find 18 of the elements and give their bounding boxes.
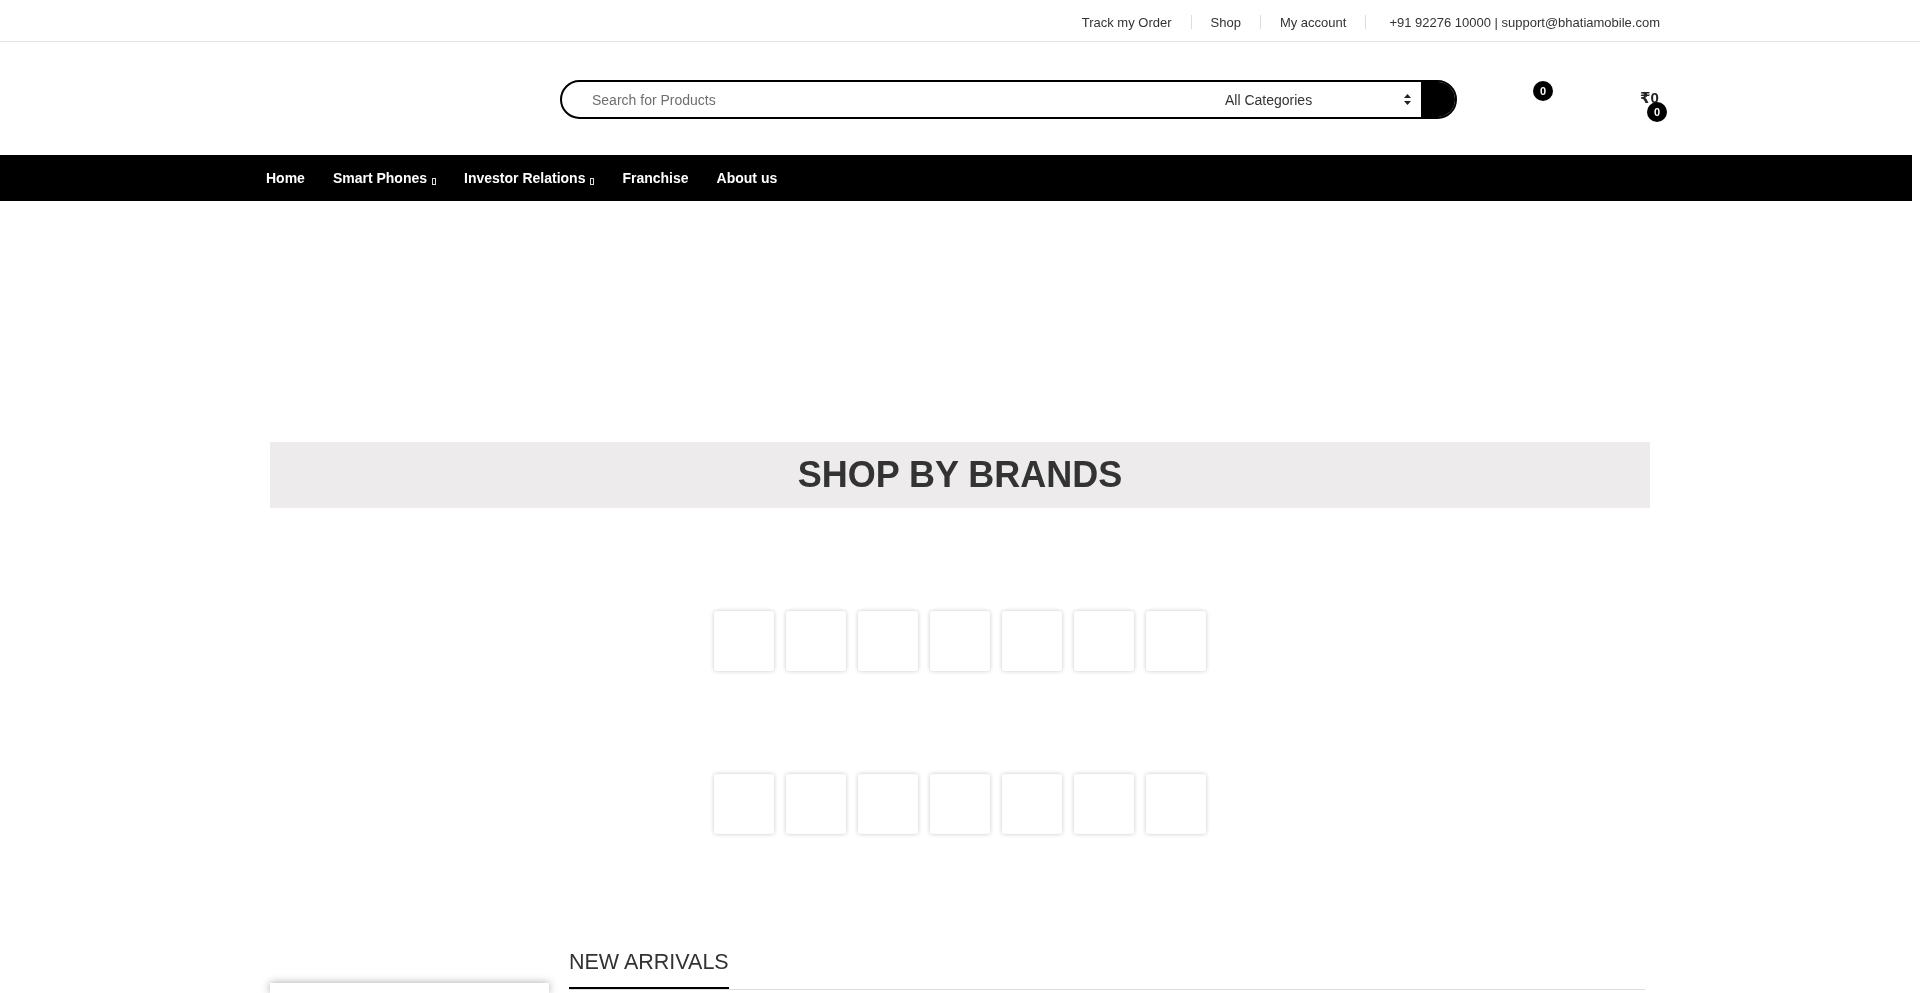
section-heading: SHOP BY BRANDS	[270, 442, 1650, 508]
nav-link[interactable]: Franchise	[622, 170, 689, 186]
nav-link[interactable]: Investor Relations	[464, 170, 595, 186]
top-link[interactable]: Shop	[1210, 14, 1241, 30]
search-field[interactable]: Search for Products	[562, 82, 1214, 117]
top-link[interactable]: Track my Order	[1081, 14, 1172, 30]
top-link[interactable]: My account	[1279, 14, 1347, 30]
nav-link[interactable]: Smart Phones	[332, 170, 437, 186]
category-select[interactable]: All Categories	[1214, 82, 1421, 117]
nav-link[interactable]: About us	[716, 170, 778, 186]
wishlist-count-badge: 0	[1533, 81, 1553, 101]
contact-info: +91 92276 10000 | support@bhatiamobile.com	[1389, 14, 1660, 30]
search-bar[interactable]: Search for Products All Categories	[560, 80, 1457, 119]
nav-link[interactable]: Home	[266, 170, 305, 186]
section-heading: NEW ARRIVALS	[569, 949, 729, 989]
search-button[interactable]	[1421, 82, 1455, 117]
sort-arrows-icon	[1404, 94, 1411, 105]
cart-count-badge: 0	[1647, 102, 1667, 122]
